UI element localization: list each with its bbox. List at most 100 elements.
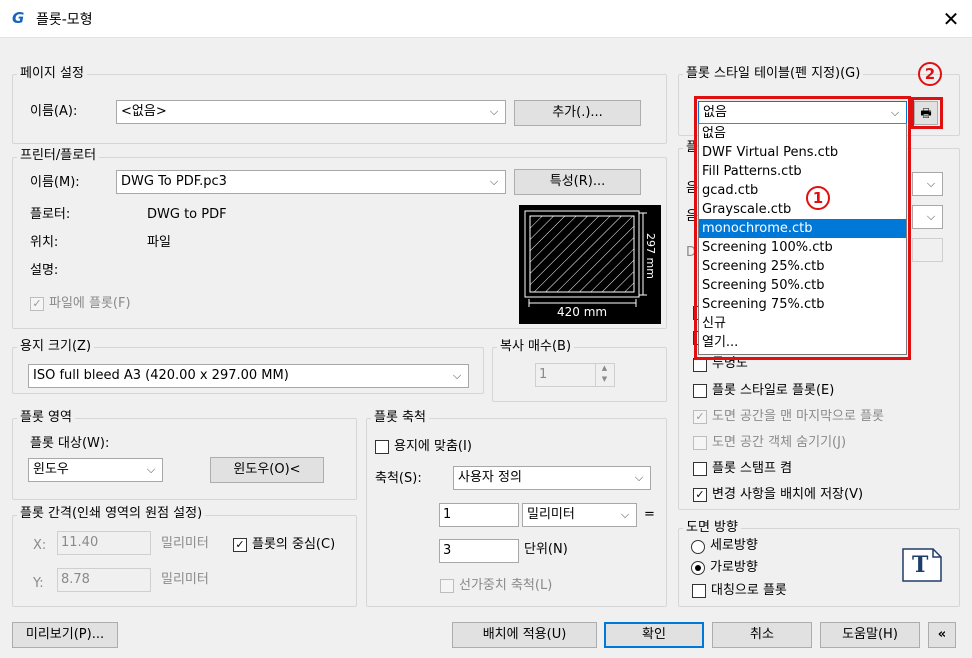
paperspace-last-checkbox[interactable]: ✓ [693, 410, 707, 424]
chevron-down-icon: ⌵ [452, 369, 462, 382]
location-label: 위치: [30, 235, 59, 250]
copies-stepper[interactable]: ▲ ▼ [595, 363, 613, 387]
offset-y-label: Y: [33, 576, 44, 591]
equals-sign: = [644, 507, 655, 522]
chevron-down-icon: ⌵ [926, 210, 936, 223]
plot-target-combo[interactable]: 윈도우 ⌵ [28, 458, 163, 482]
orientation-title: 도면 방향 [683, 520, 741, 536]
chevron-down-icon: ⌵ [146, 463, 156, 476]
upside-down-label: 대칭으로 플롯 [711, 583, 787, 598]
offset-x-unit: 밀리미터 [161, 536, 209, 551]
paper-size-combo[interactable]: ISO full bleed A3 (420.00 x 297.00 MM) ⌵ [28, 364, 469, 388]
scale-denominator-value: 3 [443, 543, 452, 558]
plot-with-styles-label: 플롯 스타일로 플롯(E) [712, 383, 835, 398]
add-page-setup-button[interactable]: 추가(.)... [514, 100, 641, 126]
apply-to-layout-button[interactable]: 배치에 적용(U) [452, 622, 597, 648]
plot-target-value: 윈도우 [33, 462, 69, 477]
landscape-label: 가로방향 [710, 560, 758, 575]
preview-width-label: 420 mm [557, 305, 608, 319]
scale-combo[interactable]: 사용자 정의 ⌵ [453, 466, 651, 490]
fit-to-paper-checkbox[interactable] [375, 440, 389, 454]
save-to-layout-label: 변경 사항을 배치에 저장(V) [712, 487, 864, 502]
dpi-input[interactable] [912, 238, 943, 262]
chevron-down-icon: ⌵ [489, 105, 499, 118]
landscape-radio[interactable] [691, 561, 705, 575]
shade-plot-combo[interactable]: ⌵ [912, 172, 943, 196]
scale-label: 축척(S): [375, 471, 422, 486]
page-setup-name-combo[interactable]: <없음> ⌵ [116, 100, 506, 124]
scale-lineweights-label: 선가중치 축척(L) [459, 578, 553, 593]
offset-x-label: X: [33, 538, 47, 553]
annotation-box-edit-button [911, 97, 943, 129]
scale-unit-value: 밀리미터 [527, 507, 575, 522]
annotation-marker-2: 2 [918, 62, 942, 86]
chevron-down-icon: ⌵ [926, 177, 936, 190]
paper-size-value: ISO full bleed A3 (420.00 x 297.00 MM) [33, 368, 289, 383]
close-icon[interactable]: ✕ [938, 6, 964, 32]
copies-value: 1 [539, 367, 548, 382]
preview-height-label: 297 mm [644, 233, 657, 279]
cancel-button[interactable]: 취소 [712, 622, 812, 648]
save-to-layout-checkbox[interactable]: ✓ [693, 488, 707, 502]
plot-target-label: 플롯 대상(W): [30, 436, 110, 451]
plot-stamp-checkbox[interactable] [693, 462, 707, 476]
orientation-icon: T [902, 548, 942, 582]
location-value: 파일 [147, 235, 171, 250]
title-bar [0, 0, 972, 38]
collapse-button[interactable]: « [928, 622, 956, 648]
preview-button[interactable]: 미리보기(P)... [12, 622, 118, 648]
paper-size-title: 용지 크기(Z) [17, 339, 95, 355]
annotation-box-dropdown [694, 96, 911, 360]
plotter-label: 플로터: [30, 207, 71, 222]
printer-name-combo[interactable]: DWG To PDF.pc3 ⌵ [116, 170, 506, 194]
chevron-down-icon[interactable]: ▼ [596, 374, 613, 385]
printer-group-title: 프린터/플로터 [17, 148, 100, 164]
page-setup-title: 페이지 설정 [17, 66, 87, 82]
scale-unit-combo[interactable]: 밀리미터 ⌵ [522, 503, 637, 527]
plot-offset-group [12, 515, 357, 607]
description-label: 설명: [30, 263, 59, 278]
window-select-button[interactable]: 윈도우(O)< [210, 457, 324, 483]
offset-x-input[interactable]: 11.40 [57, 531, 151, 555]
chevron-down-icon: ⌵ [620, 508, 630, 521]
paperspace-last-label: 도면 공간을 맨 마지막으로 플롯 [712, 409, 885, 424]
paper-preview: 420 mm 297 mm [519, 205, 661, 324]
printer-name-label: 이름(M): [30, 175, 80, 190]
plot-offset-title: 플롯 간격(인쇄 영역의 원점 설정) [17, 506, 206, 522]
help-button[interactable]: 도움말(H) [820, 622, 920, 648]
fit-to-paper-label: 용지에 맞춤(I) [394, 439, 472, 454]
chevron-down-icon: ⌵ [489, 175, 499, 188]
upside-down-checkbox[interactable] [692, 584, 706, 598]
quality-combo[interactable]: ⌵ [912, 205, 943, 229]
plot-with-styles-checkbox[interactable] [693, 384, 707, 398]
window-title: 플롯-모형 [36, 12, 93, 28]
copies-title: 복사 매수(B) [497, 339, 575, 355]
orientation-icon-letter: T [912, 552, 929, 578]
offset-y-unit: 밀리미터 [161, 572, 209, 587]
plot-to-file-label: 파일에 플롯(F) [49, 296, 131, 311]
scale-value: 사용자 정의 [458, 470, 522, 485]
plot-stamp-label: 플롯 스탬프 켬 [712, 461, 793, 476]
plot-to-file-checkbox[interactable]: ✓ [30, 297, 44, 311]
portrait-radio[interactable] [691, 540, 705, 554]
chevron-down-icon: ⌵ [634, 471, 644, 484]
scale-denominator-input[interactable]: 3 [439, 539, 519, 563]
offset-y-input[interactable]: 8.78 [57, 568, 151, 592]
scale-numerator-input[interactable]: 1 [439, 503, 519, 527]
center-plot-checkbox[interactable]: ✓ [233, 538, 247, 552]
printer-name-value: DWG To PDF.pc3 [121, 174, 227, 189]
double-chevron-left-icon: « [937, 627, 947, 642]
printer-properties-button[interactable]: 특성(R)... [514, 169, 641, 195]
transparency-checkbox[interactable] [693, 358, 707, 372]
chevron-up-icon[interactable]: ▲ [596, 363, 613, 374]
page-setup-name-label: 이름(A): [30, 104, 78, 119]
plotter-value: DWG to PDF [147, 207, 227, 222]
offset-y-value: 8.78 [61, 572, 90, 587]
ok-button[interactable]: 확인 [604, 622, 704, 648]
offset-x-value: 11.40 [61, 535, 99, 550]
scale-lineweights-checkbox[interactable] [440, 579, 454, 593]
page-setup-name-value: <없음> [121, 104, 167, 119]
style-table-title: 플롯 스타일 테이블(펜 지정)(G) [683, 66, 864, 82]
hide-paperspace-checkbox[interactable] [693, 436, 707, 450]
hide-paperspace-label: 도면 공간 객체 숨기기(J) [712, 435, 847, 450]
